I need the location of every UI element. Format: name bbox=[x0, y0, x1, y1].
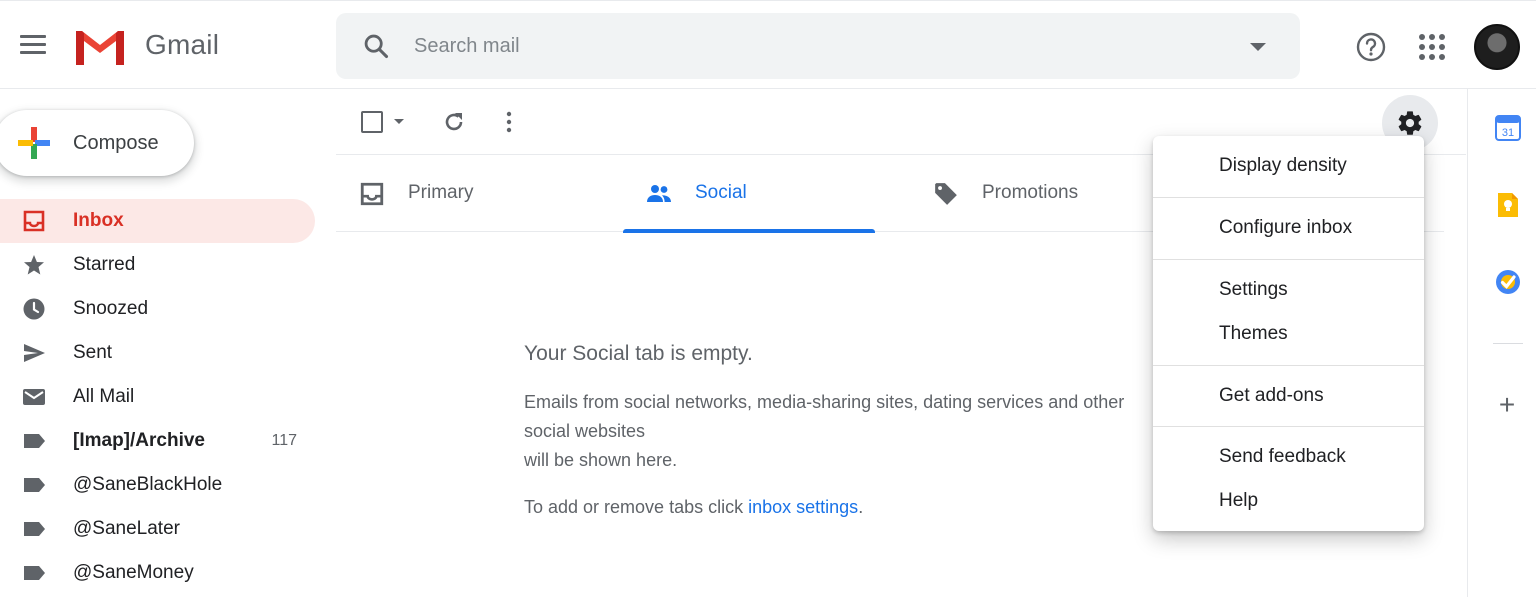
menu-divider bbox=[1153, 197, 1424, 198]
search-icon[interactable] bbox=[362, 32, 390, 60]
sidebar-item-label: Inbox bbox=[73, 210, 124, 231]
menu-item-label: Get add-ons bbox=[1219, 385, 1324, 406]
calendar-icon[interactable]: 31 bbox=[1495, 115, 1521, 141]
sidebar-item-all-mail[interactable]: All Mail bbox=[0, 375, 315, 419]
plus-icon bbox=[18, 127, 50, 159]
empty-state: Your Social tab is empty. Emails from so… bbox=[524, 342, 1164, 522]
gmail-logo-icon[interactable] bbox=[72, 25, 128, 69]
add-addon-icon[interactable]: + bbox=[1495, 391, 1519, 419]
menu-item-label: Configure inbox bbox=[1219, 217, 1353, 238]
sidebar-item-saneblackhole[interactable]: @SaneBlackHole bbox=[0, 463, 315, 507]
mail-icon bbox=[23, 389, 45, 405]
empty-state-tip: To add or remove tabs click inbox settin… bbox=[524, 493, 1164, 522]
help-icon[interactable] bbox=[1355, 31, 1387, 63]
inbox-icon bbox=[23, 210, 45, 232]
sidebar-item-label: [Imap]/Archive bbox=[73, 430, 205, 451]
search-options-icon[interactable] bbox=[1250, 43, 1266, 51]
sidebar-item-starred[interactable]: Starred bbox=[0, 243, 315, 287]
compose-label: Compose bbox=[73, 132, 159, 154]
menu-item-themes[interactable]: Themes bbox=[1153, 312, 1424, 356]
menu-item-display-density[interactable]: Display density bbox=[1153, 144, 1424, 188]
tab-label: Social bbox=[695, 182, 747, 203]
inbox-icon bbox=[360, 182, 384, 206]
sidebar-item-label: Sent bbox=[73, 342, 113, 363]
sidebar-item-sanelater[interactable]: @SaneLater bbox=[0, 507, 315, 551]
top-bar: Gmail bbox=[0, 0, 1536, 89]
select-all-checkbox[interactable] bbox=[361, 111, 383, 133]
label-icon bbox=[24, 434, 45, 448]
tab-label: Promotions bbox=[982, 182, 1079, 203]
unread-count: 117 bbox=[271, 432, 297, 449]
empty-state-title: Your Social tab is empty. bbox=[524, 342, 753, 365]
tip-text: To add or remove tabs click bbox=[524, 497, 749, 517]
sidebar-item-label: @SaneMoney bbox=[73, 562, 194, 583]
tab-primary[interactable]: Primary bbox=[336, 155, 588, 232]
sidebar-item-label: All Mail bbox=[73, 386, 135, 407]
sidebar-nav: Inbox Starred Snoozed Sent All Mail [Ima… bbox=[0, 199, 320, 595]
sidebar-item-snoozed[interactable]: Snoozed bbox=[0, 287, 315, 331]
sidebar-item-sanemoney[interactable]: @SaneMoney bbox=[0, 551, 315, 595]
side-panel-divider bbox=[1493, 343, 1523, 344]
sidebar-item-inbox[interactable]: Inbox bbox=[0, 199, 315, 243]
send-icon bbox=[24, 344, 45, 362]
label-icon bbox=[24, 522, 45, 536]
select-options-icon[interactable] bbox=[394, 119, 404, 124]
menu-item-settings[interactable]: Settings bbox=[1153, 268, 1424, 312]
label-icon bbox=[24, 478, 45, 492]
tab-promotions[interactable]: Promotions bbox=[910, 155, 1162, 232]
sidebar-item-sent[interactable]: Sent bbox=[0, 331, 315, 375]
avatar[interactable] bbox=[1474, 24, 1520, 70]
gear-icon bbox=[1398, 111, 1422, 135]
keep-icon[interactable] bbox=[1495, 192, 1521, 218]
clock-icon bbox=[23, 298, 45, 320]
menu-item-label: Send feedback bbox=[1219, 446, 1346, 467]
main-menu-icon[interactable] bbox=[20, 35, 48, 59]
refresh-icon[interactable] bbox=[442, 110, 466, 134]
tab-label: Primary bbox=[408, 182, 474, 203]
people-icon bbox=[647, 185, 671, 202]
inbox-settings-link[interactable]: inbox settings bbox=[748, 497, 858, 517]
settings-menu: Display density Configure inbox Settings… bbox=[1153, 136, 1424, 531]
tag-icon bbox=[935, 183, 957, 205]
menu-item-label: Themes bbox=[1219, 323, 1288, 344]
sidebar-item-imap-archive[interactable]: [Imap]/Archive 117 bbox=[0, 419, 315, 463]
sidebar-item-label: @SaneBlackHole bbox=[73, 474, 223, 495]
sidebar-item-label: @SaneLater bbox=[73, 518, 180, 539]
menu-item-get-add-ons[interactable]: Get add-ons bbox=[1153, 374, 1424, 418]
side-panel: 31 + bbox=[1467, 89, 1536, 597]
app-title: Gmail bbox=[145, 29, 220, 60]
empty-state-body: Emails from social networks, media-shari… bbox=[524, 392, 1125, 470]
more-options-icon[interactable] bbox=[505, 110, 513, 134]
sidebar-item-label: Starred bbox=[73, 254, 136, 275]
menu-item-help[interactable]: Help bbox=[1153, 479, 1424, 523]
menu-item-send-feedback[interactable]: Send feedback bbox=[1153, 435, 1424, 479]
star-icon bbox=[24, 255, 44, 275]
search-bar[interactable] bbox=[336, 13, 1300, 79]
sidebar-item-label: Snoozed bbox=[73, 298, 149, 319]
label-icon bbox=[24, 566, 45, 580]
compose-button[interactable]: Compose bbox=[0, 110, 194, 176]
menu-divider bbox=[1153, 426, 1424, 427]
menu-divider bbox=[1153, 365, 1424, 366]
tab-social[interactable]: Social bbox=[623, 155, 875, 233]
menu-item-label: Display density bbox=[1219, 155, 1347, 176]
tip-suffix: . bbox=[858, 497, 864, 517]
menu-item-configure-inbox[interactable]: Configure inbox bbox=[1153, 206, 1424, 250]
tasks-icon[interactable] bbox=[1495, 269, 1521, 295]
calendar-date: 31 bbox=[1502, 127, 1514, 139]
menu-item-label: Help bbox=[1219, 490, 1259, 511]
search-input[interactable] bbox=[414, 29, 1194, 63]
apps-grid-icon[interactable] bbox=[1419, 34, 1445, 60]
menu-divider bbox=[1153, 259, 1424, 260]
menu-item-label: Settings bbox=[1219, 279, 1288, 300]
